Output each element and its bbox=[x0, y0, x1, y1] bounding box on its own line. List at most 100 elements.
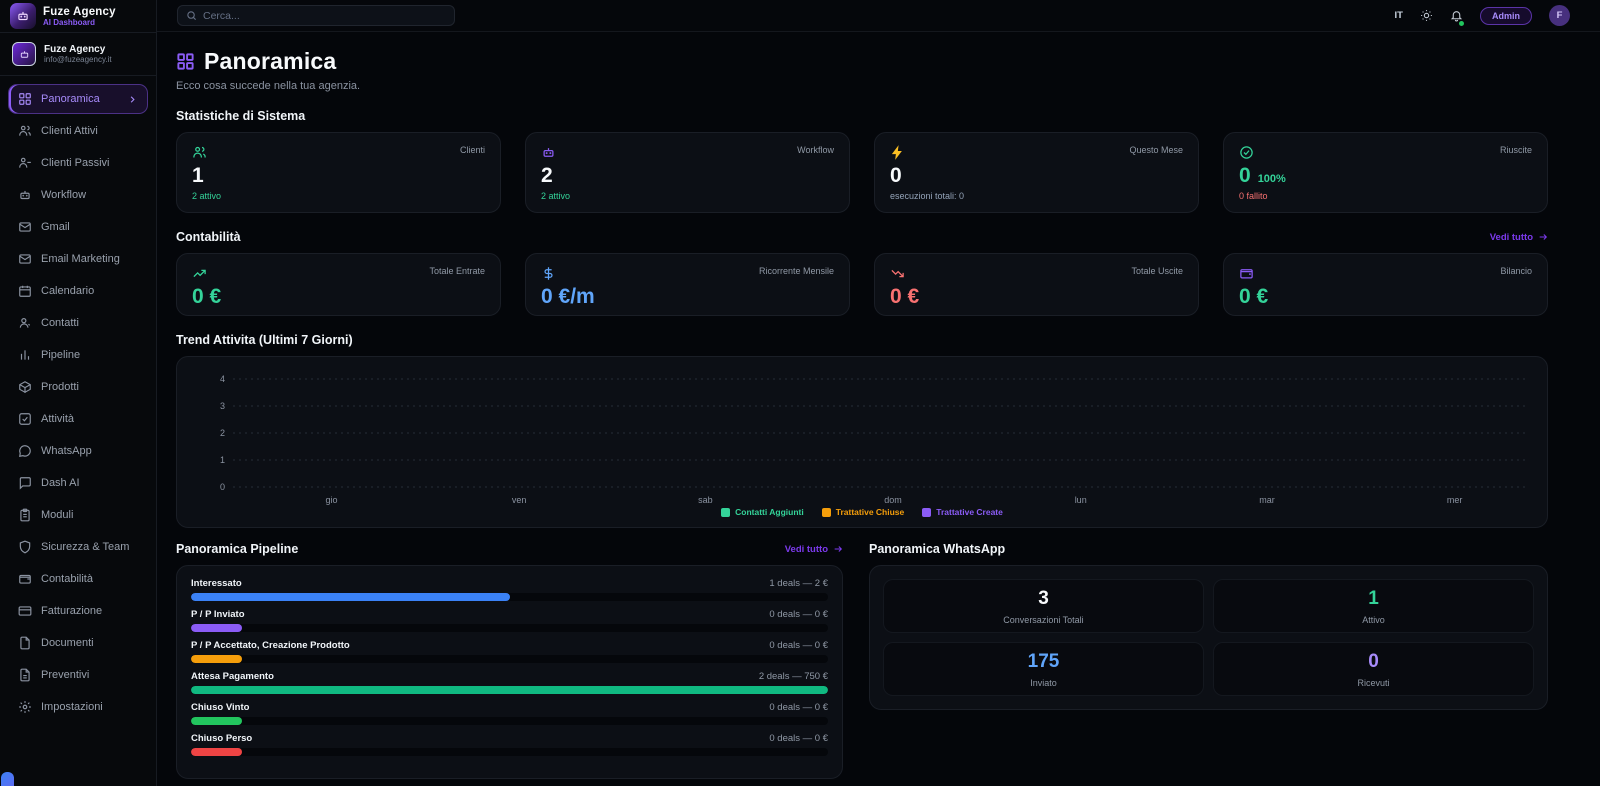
stage-label: P / P Inviato bbox=[191, 609, 245, 620]
language-selector[interactable]: IT bbox=[1395, 10, 1403, 21]
svg-text:4: 4 bbox=[220, 374, 225, 384]
topbar: IT Admin F bbox=[157, 0, 1600, 32]
sidebar-item-calendario[interactable]: Calendario bbox=[8, 276, 148, 306]
page-title: Panoramica bbox=[204, 48, 337, 74]
legend-label: Contatti Aggiunti bbox=[735, 507, 804, 517]
sidebar-item-preventivi[interactable]: Preventivi bbox=[8, 660, 148, 690]
user-avatar[interactable]: F bbox=[1549, 5, 1570, 26]
stat-subtext: 2 attivo bbox=[541, 191, 571, 201]
sidebar-item-label: Clienti Passivi bbox=[41, 157, 110, 169]
sidebar-item-label: Impostazioni bbox=[41, 701, 103, 713]
sidebar-nav: Panoramica Clienti Attivi Clienti Passiv… bbox=[0, 76, 156, 730]
sidebar-item-label: Pipeline bbox=[41, 349, 81, 361]
pipeline-card: Interessato 1 deals — 2 € P / P Inviato … bbox=[176, 565, 843, 779]
mail-icon bbox=[18, 252, 32, 266]
sidebar-item-clienti-attivi[interactable]: Clienti Attivi bbox=[8, 116, 148, 146]
pipeline-section-header: Panoramica Pipeline Vedi tutto bbox=[176, 542, 843, 556]
pipeline-stage-row: P / P Accettato, Creazione Prodotto 0 de… bbox=[191, 640, 828, 663]
sidebar-item-workflow[interactable]: Workflow bbox=[8, 180, 148, 210]
sidebar-item-sicurezza-team[interactable]: Sicurezza & Team bbox=[8, 532, 148, 562]
whatsapp-stat-conversazioni: 3 Conversazioni Totali bbox=[883, 579, 1204, 633]
app-logo[interactable]: Fuze Agency AI Dashboard bbox=[0, 0, 156, 33]
stat-value: 0 €/m bbox=[541, 285, 595, 308]
progress-track bbox=[191, 624, 828, 632]
legend-item: Contatti Aggiunti bbox=[721, 507, 804, 517]
notifications-bell-icon[interactable] bbox=[1450, 9, 1464, 26]
stage-deals: 0 deals — 0 € bbox=[769, 702, 828, 713]
app-name: Fuze Agency bbox=[43, 5, 116, 18]
stat-value: 0 € bbox=[1239, 285, 1269, 308]
stat-label: Clienti bbox=[459, 145, 485, 155]
svg-text:lun: lun bbox=[1075, 495, 1087, 505]
bottom-left-floating-widget[interactable] bbox=[1, 772, 14, 786]
page-header: Panoramica bbox=[176, 48, 1548, 75]
whatsapp-card: 3 Conversazioni Totali 1 Attivo 175 Invi… bbox=[869, 565, 1548, 710]
stage-label: P / P Accettato, Creazione Prodotto bbox=[191, 640, 350, 651]
legend-swatch bbox=[721, 507, 731, 517]
wallet-icon bbox=[18, 572, 32, 586]
see-all-label: Vedi tutto bbox=[1489, 231, 1533, 243]
progress-track bbox=[191, 748, 828, 756]
sidebar-item-dash-ai[interactable]: Dash AI bbox=[8, 468, 148, 498]
svg-text:gio: gio bbox=[325, 495, 337, 505]
account-avatar bbox=[12, 42, 36, 66]
section-title: Panoramica Pipeline bbox=[176, 542, 299, 556]
sidebar-item-gmail[interactable]: Gmail bbox=[8, 212, 148, 242]
svg-text:mar: mar bbox=[1259, 495, 1275, 505]
stat-value: 0 € bbox=[192, 285, 222, 308]
legend-label: Trattative Create bbox=[936, 507, 1003, 517]
message-square-icon bbox=[18, 476, 32, 490]
sidebar-item-documenti[interactable]: Documenti bbox=[8, 628, 148, 658]
sidebar-item-whatsapp[interactable]: WhatsApp bbox=[8, 436, 148, 466]
sidebar-item-email-marketing[interactable]: Email Marketing bbox=[8, 244, 148, 274]
topbar-right: IT Admin F bbox=[1395, 5, 1570, 26]
arrow-right-icon bbox=[1538, 232, 1548, 242]
sidebar-item-label: Panoramica bbox=[41, 93, 100, 105]
settings-icon bbox=[18, 700, 32, 714]
search-bar[interactable] bbox=[177, 5, 455, 26]
search-input[interactable] bbox=[203, 9, 446, 22]
theme-toggle-icon[interactable] bbox=[1420, 9, 1433, 22]
wallet-icon bbox=[1239, 266, 1254, 281]
legend-item: Trattative Create bbox=[922, 507, 1003, 517]
bottom-grid: Panoramica Pipeline Vedi tutto Interessa… bbox=[176, 542, 1548, 779]
whatsapp-stat-value: 0 bbox=[1368, 650, 1379, 672]
whatsapp-stat-attivo: 1 Attivo bbox=[1213, 579, 1534, 633]
svg-text:ven: ven bbox=[512, 495, 527, 505]
pipeline-see-all-link[interactable]: Vedi tutto bbox=[785, 544, 843, 555]
stat-value-suffix: 100% bbox=[1257, 173, 1286, 185]
chevron-right-icon bbox=[127, 94, 138, 105]
sidebar-item-attivita[interactable]: Attività bbox=[8, 404, 148, 434]
sidebar-item-panoramica[interactable]: Panoramica bbox=[8, 84, 148, 114]
admin-badge[interactable]: Admin bbox=[1480, 6, 1532, 25]
sidebar-item-impostazioni[interactable]: Impostazioni bbox=[8, 692, 148, 722]
stat-label: Totale Uscite bbox=[1131, 266, 1183, 276]
accounting-see-all-link[interactable]: Vedi tutto bbox=[1490, 232, 1548, 243]
robot-icon bbox=[20, 50, 28, 58]
users-icon bbox=[18, 124, 32, 138]
sidebar-item-clienti-passivi[interactable]: Clienti Passivi bbox=[8, 148, 148, 178]
sidebar-item-moduli[interactable]: Moduli bbox=[8, 500, 148, 530]
section-title: Trend Attivita (Ultimi 7 Giorni) bbox=[176, 333, 353, 347]
trend-section-header: Trend Attivita (Ultimi 7 Giorni) bbox=[176, 333, 1548, 347]
search-icon bbox=[186, 10, 197, 21]
check-square-icon bbox=[18, 412, 32, 426]
sidebar-item-contabilita[interactable]: Contabilità bbox=[8, 564, 148, 594]
sidebar-item-prodotti[interactable]: Prodotti bbox=[8, 372, 148, 402]
sidebar-item-pipeline[interactable]: Pipeline bbox=[8, 340, 148, 370]
page-subtitle: Ecco cosa succede nella tua agenzia. bbox=[176, 80, 361, 92]
stat-subtext: esecuzioni totali: 0 bbox=[890, 191, 965, 201]
stat-label: Bilancio bbox=[1500, 266, 1532, 276]
sidebar-item-contatti[interactable]: Contatti bbox=[8, 308, 148, 338]
pipeline-stage-row: P / P Inviato 0 deals — 0 € bbox=[191, 609, 828, 632]
progress-fill bbox=[191, 748, 242, 756]
stage-label: Interessato bbox=[191, 578, 242, 589]
stat-card-riuscite: Riuscite 0 100% 0 fallito bbox=[1223, 132, 1548, 213]
whatsapp-stat-value: 3 bbox=[1038, 587, 1049, 609]
accounting-section-header: Contabilità Vedi tutto bbox=[176, 230, 1548, 244]
sidebar-item-fatturazione[interactable]: Fatturazione bbox=[8, 596, 148, 626]
progress-fill bbox=[191, 593, 510, 601]
legend-item: Trattative Chiuse bbox=[821, 507, 904, 517]
account-card[interactable]: Fuze Agency info@fuzeagency.it bbox=[0, 33, 156, 76]
whatsapp-stat-label: Conversazioni Totali bbox=[1003, 614, 1084, 625]
